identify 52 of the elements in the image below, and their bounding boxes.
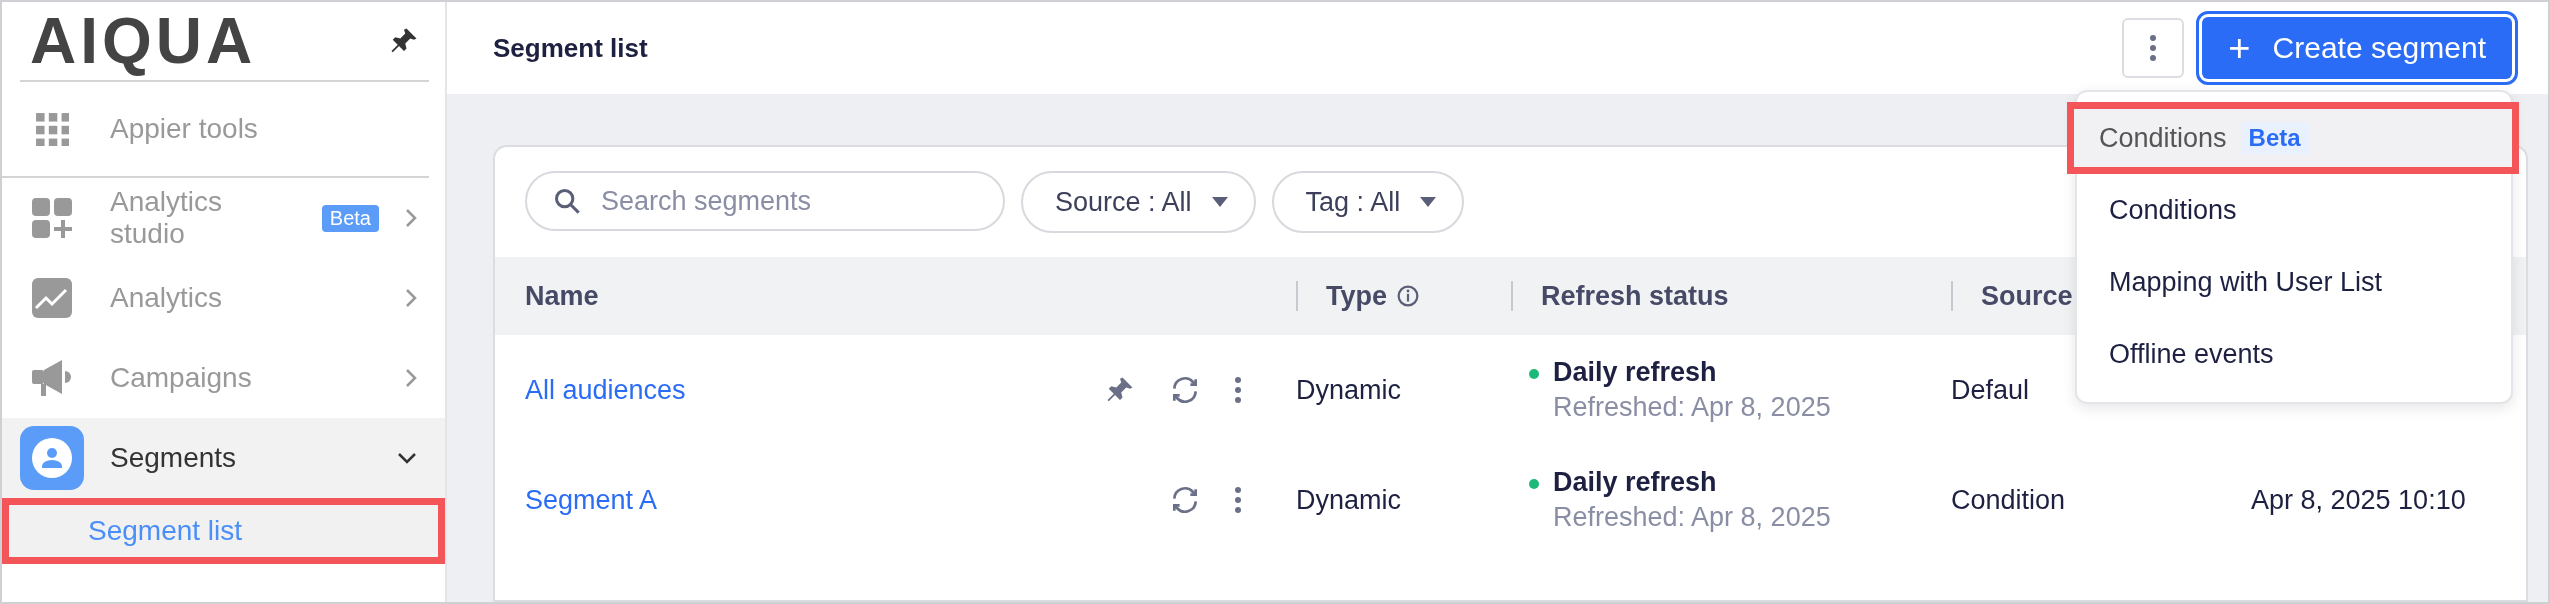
menu-item-label: Offline events xyxy=(2109,338,2274,370)
caret-icon xyxy=(1420,197,1437,207)
beta-badge: Beta xyxy=(2240,122,2309,154)
person-icon xyxy=(20,426,84,490)
page-title: Segment list xyxy=(493,32,648,64)
filter-dropdown[interactable]: Source : All xyxy=(1021,171,1256,233)
chevron-down-icon xyxy=(397,452,417,464)
menu-item[interactable]: Mapping with User List xyxy=(2077,246,2511,318)
chevron-right-icon xyxy=(405,208,417,228)
column-header: Name xyxy=(525,280,599,312)
column-header: Source xyxy=(1981,280,2073,312)
refreshed-date: Refreshed: Apr 8, 2025 xyxy=(1553,502,1831,533)
table-cell: Defaul xyxy=(1951,374,2030,406)
chart-icon xyxy=(32,278,72,318)
kebab-icon[interactable] xyxy=(1235,487,1241,513)
menu-item-label: Mapping with User List xyxy=(2109,266,2383,298)
menu-item[interactable]: Conditions Beta xyxy=(2067,102,2519,174)
segment-link[interactable]: Segment A xyxy=(525,484,658,516)
beta-badge: Beta xyxy=(321,204,379,232)
sidebar-item[interactable]: Appier tools xyxy=(2,82,429,178)
chevron-right-icon xyxy=(405,288,417,308)
logo: AIQUA xyxy=(30,4,257,78)
chevron-right-icon xyxy=(405,368,417,388)
menu-item-label: Conditions xyxy=(2109,194,2237,226)
refreshed-date: Refreshed: Apr 8, 2025 xyxy=(1553,392,1831,423)
caret-icon xyxy=(1211,197,1228,207)
table-cell: Dynamic xyxy=(1296,484,1402,516)
menu-item[interactable]: Conditions xyxy=(2077,174,2511,246)
sidebar-subitem[interactable]: Segment list xyxy=(2,498,445,564)
filter-dropdown[interactable]: Tag : All xyxy=(1271,171,1465,233)
status-label: Daily refresh xyxy=(1553,357,1718,388)
blocks-icon xyxy=(32,198,72,238)
sidebar-item[interactable]: Analytics studio Beta xyxy=(2,178,445,258)
column-header: Refresh status xyxy=(1541,280,1729,312)
grid-icon xyxy=(35,112,69,146)
status-label: Daily refresh xyxy=(1553,467,1718,498)
sidebar-item[interactable]: Campaigns xyxy=(2,338,445,418)
sidebar-item[interactable]: Analytics xyxy=(2,258,445,338)
table-cell: Apr 8, 2025 10:10 xyxy=(2251,484,2466,516)
menu-item[interactable]: Offline events xyxy=(2077,318,2511,390)
segment-link[interactable]: All audiences xyxy=(525,374,686,406)
column-header: Type xyxy=(1326,280,1387,312)
menu-item-label: Conditions xyxy=(2099,122,2227,154)
kebab-icon xyxy=(2150,35,2157,61)
megaphone-icon xyxy=(32,358,72,398)
sidebar-item[interactable]: Segments xyxy=(2,418,445,498)
more-button[interactable] xyxy=(2122,18,2185,78)
table-cell: Condition xyxy=(1951,484,2066,516)
table-cell: Dynamic xyxy=(1296,374,1402,406)
search-field[interactable]: Search segments xyxy=(525,171,1005,231)
search-icon xyxy=(553,187,581,215)
kebab-icon[interactable] xyxy=(1235,377,1241,403)
